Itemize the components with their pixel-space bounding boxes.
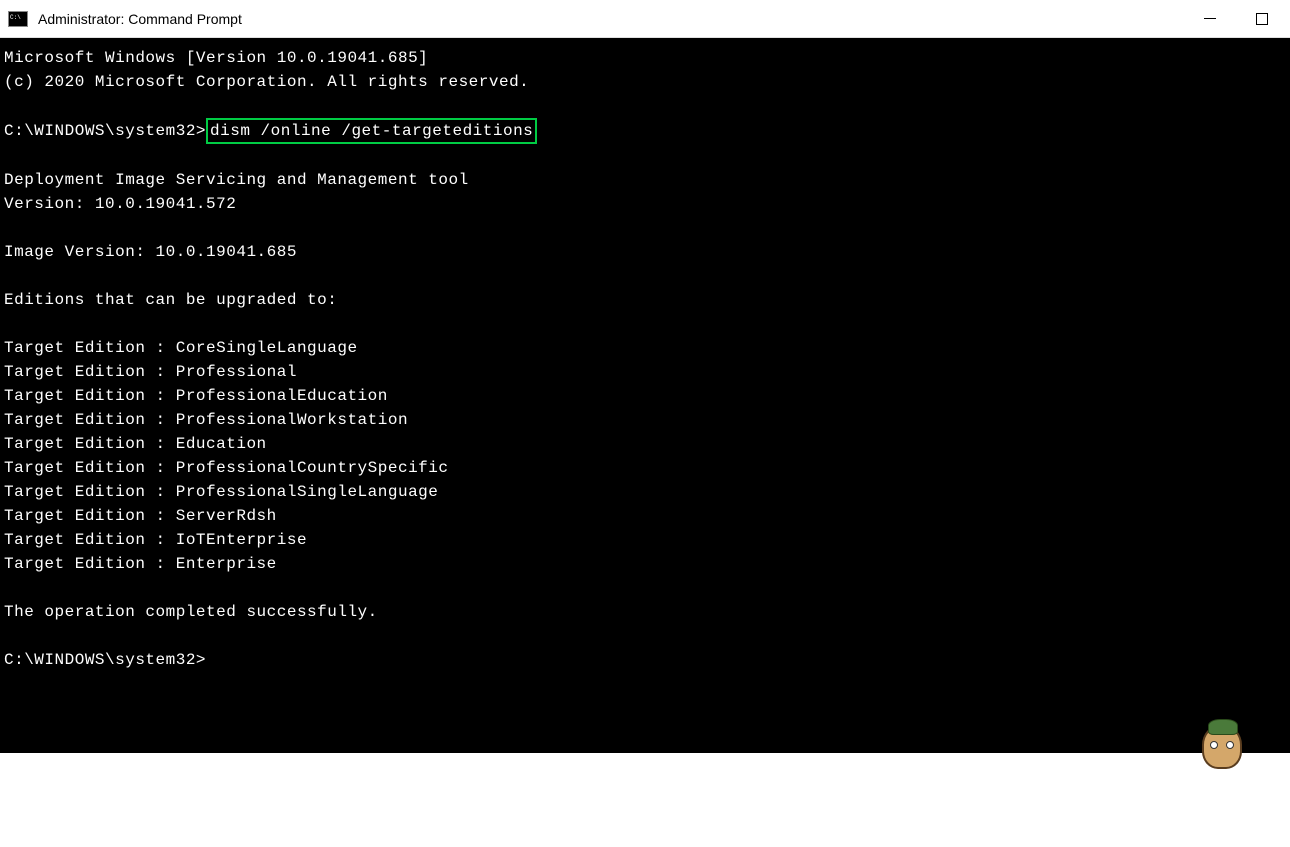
target-edition: Target Edition : ProfessionalEducation — [4, 387, 388, 405]
target-edition: Target Edition : ProfessionalSingleLangu… — [4, 483, 438, 501]
prompt-path-final: C:\WINDOWS\system32> — [4, 651, 206, 669]
target-edition: Target Edition : ProfessionalWorkstation — [4, 411, 408, 429]
completion-message: The operation completed successfully. — [4, 603, 378, 621]
target-edition: Target Edition : ProfessionalCountrySpec… — [4, 459, 448, 477]
version-line: Microsoft Windows [Version 10.0.19041.68… — [4, 49, 428, 67]
target-edition: Target Edition : Enterprise — [4, 555, 277, 573]
title-bar[interactable]: Administrator: Command Prompt — [0, 0, 1290, 38]
watermark-logo — [1202, 677, 1250, 725]
target-edition: Target Edition : CoreSingleLanguage — [4, 339, 358, 357]
cmd-icon — [8, 11, 28, 27]
maximize-icon — [1256, 13, 1268, 25]
tool-name: Deployment Image Servicing and Managemen… — [4, 171, 469, 189]
highlighted-command: dism /online /get-targeteditions — [206, 118, 537, 144]
target-edition: Target Edition : Professional — [4, 363, 297, 381]
minimize-icon — [1204, 18, 1216, 19]
image-version: Image Version: 10.0.19041.685 — [4, 243, 297, 261]
target-edition: Target Edition : Education — [4, 435, 267, 453]
editions-header: Editions that can be upgraded to: — [4, 291, 337, 309]
window-controls — [1198, 7, 1274, 31]
prompt-path: C:\WINDOWS\system32> — [4, 122, 206, 140]
minimize-button[interactable] — [1198, 7, 1222, 31]
window-title: Administrator: Command Prompt — [38, 11, 1198, 27]
copyright-line: (c) 2020 Microsoft Corporation. All righ… — [4, 73, 529, 91]
terminal-body[interactable]: Microsoft Windows [Version 10.0.19041.68… — [0, 38, 1290, 753]
target-edition: Target Edition : IoTEnterprise — [4, 531, 307, 549]
tool-version: Version: 10.0.19041.572 — [4, 195, 236, 213]
maximize-button[interactable] — [1250, 7, 1274, 31]
target-edition: Target Edition : ServerRdsh — [4, 507, 277, 525]
